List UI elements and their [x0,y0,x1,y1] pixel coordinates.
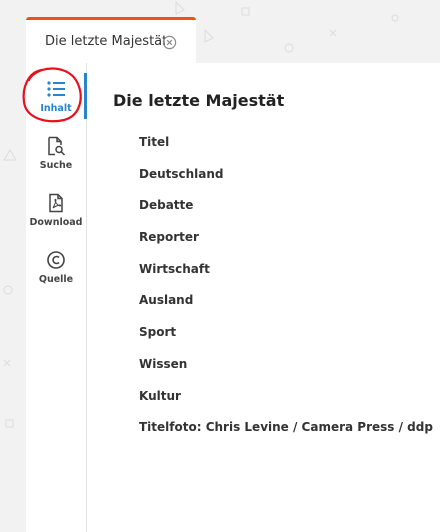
sidebar-item-label: Download [29,217,83,228]
sidebar: Inhalt Suche Download Quelle [26,63,87,532]
toc-item[interactable]: Ausland [139,290,433,322]
sidebar-item-download[interactable]: Download [26,193,86,247]
tab-title: Die letzte Majestät [45,34,165,49]
sidebar-item-inhalt[interactable]: Inhalt [26,79,86,133]
sidebar-item-label: Suche [39,160,73,171]
pdf-icon [49,193,63,213]
toc-item[interactable]: Titelfoto: Chris Levine / Camera Press /… [139,417,433,449]
sidebar-item-label: Inhalt [40,103,72,114]
list-icon [47,81,65,97]
toc-list: Titel Deutschland Debatte Reporter Wirts… [139,132,433,449]
toc-item[interactable]: Sport [139,322,433,354]
toc-item[interactable]: Titel [139,132,433,164]
copyright-icon [47,251,65,269]
toc-item[interactable]: Kultur [139,386,433,418]
toc-item[interactable]: Deutschland [139,164,433,196]
sidebar-item-quelle[interactable]: Quelle [26,250,86,304]
close-icon[interactable] [162,35,177,50]
sidebar-item-suche[interactable]: Suche [26,136,86,190]
document-search-icon [48,136,66,156]
page-title: Die letzte Majestät [113,91,285,110]
toc-item[interactable]: Wirtschaft [139,259,433,291]
table-of-contents: Die letzte Majestät Titel Deutschland De… [113,63,440,532]
toc-item[interactable]: Debatte [139,195,433,227]
document-tab[interactable]: Die letzte Majestät [26,17,196,63]
sidebar-item-label: Quelle [38,274,74,285]
toc-item[interactable]: Reporter [139,227,433,259]
toc-item[interactable]: Wissen [139,354,433,386]
reader-panel: Inhalt Suche Download Quelle Die letzte … [26,63,440,532]
